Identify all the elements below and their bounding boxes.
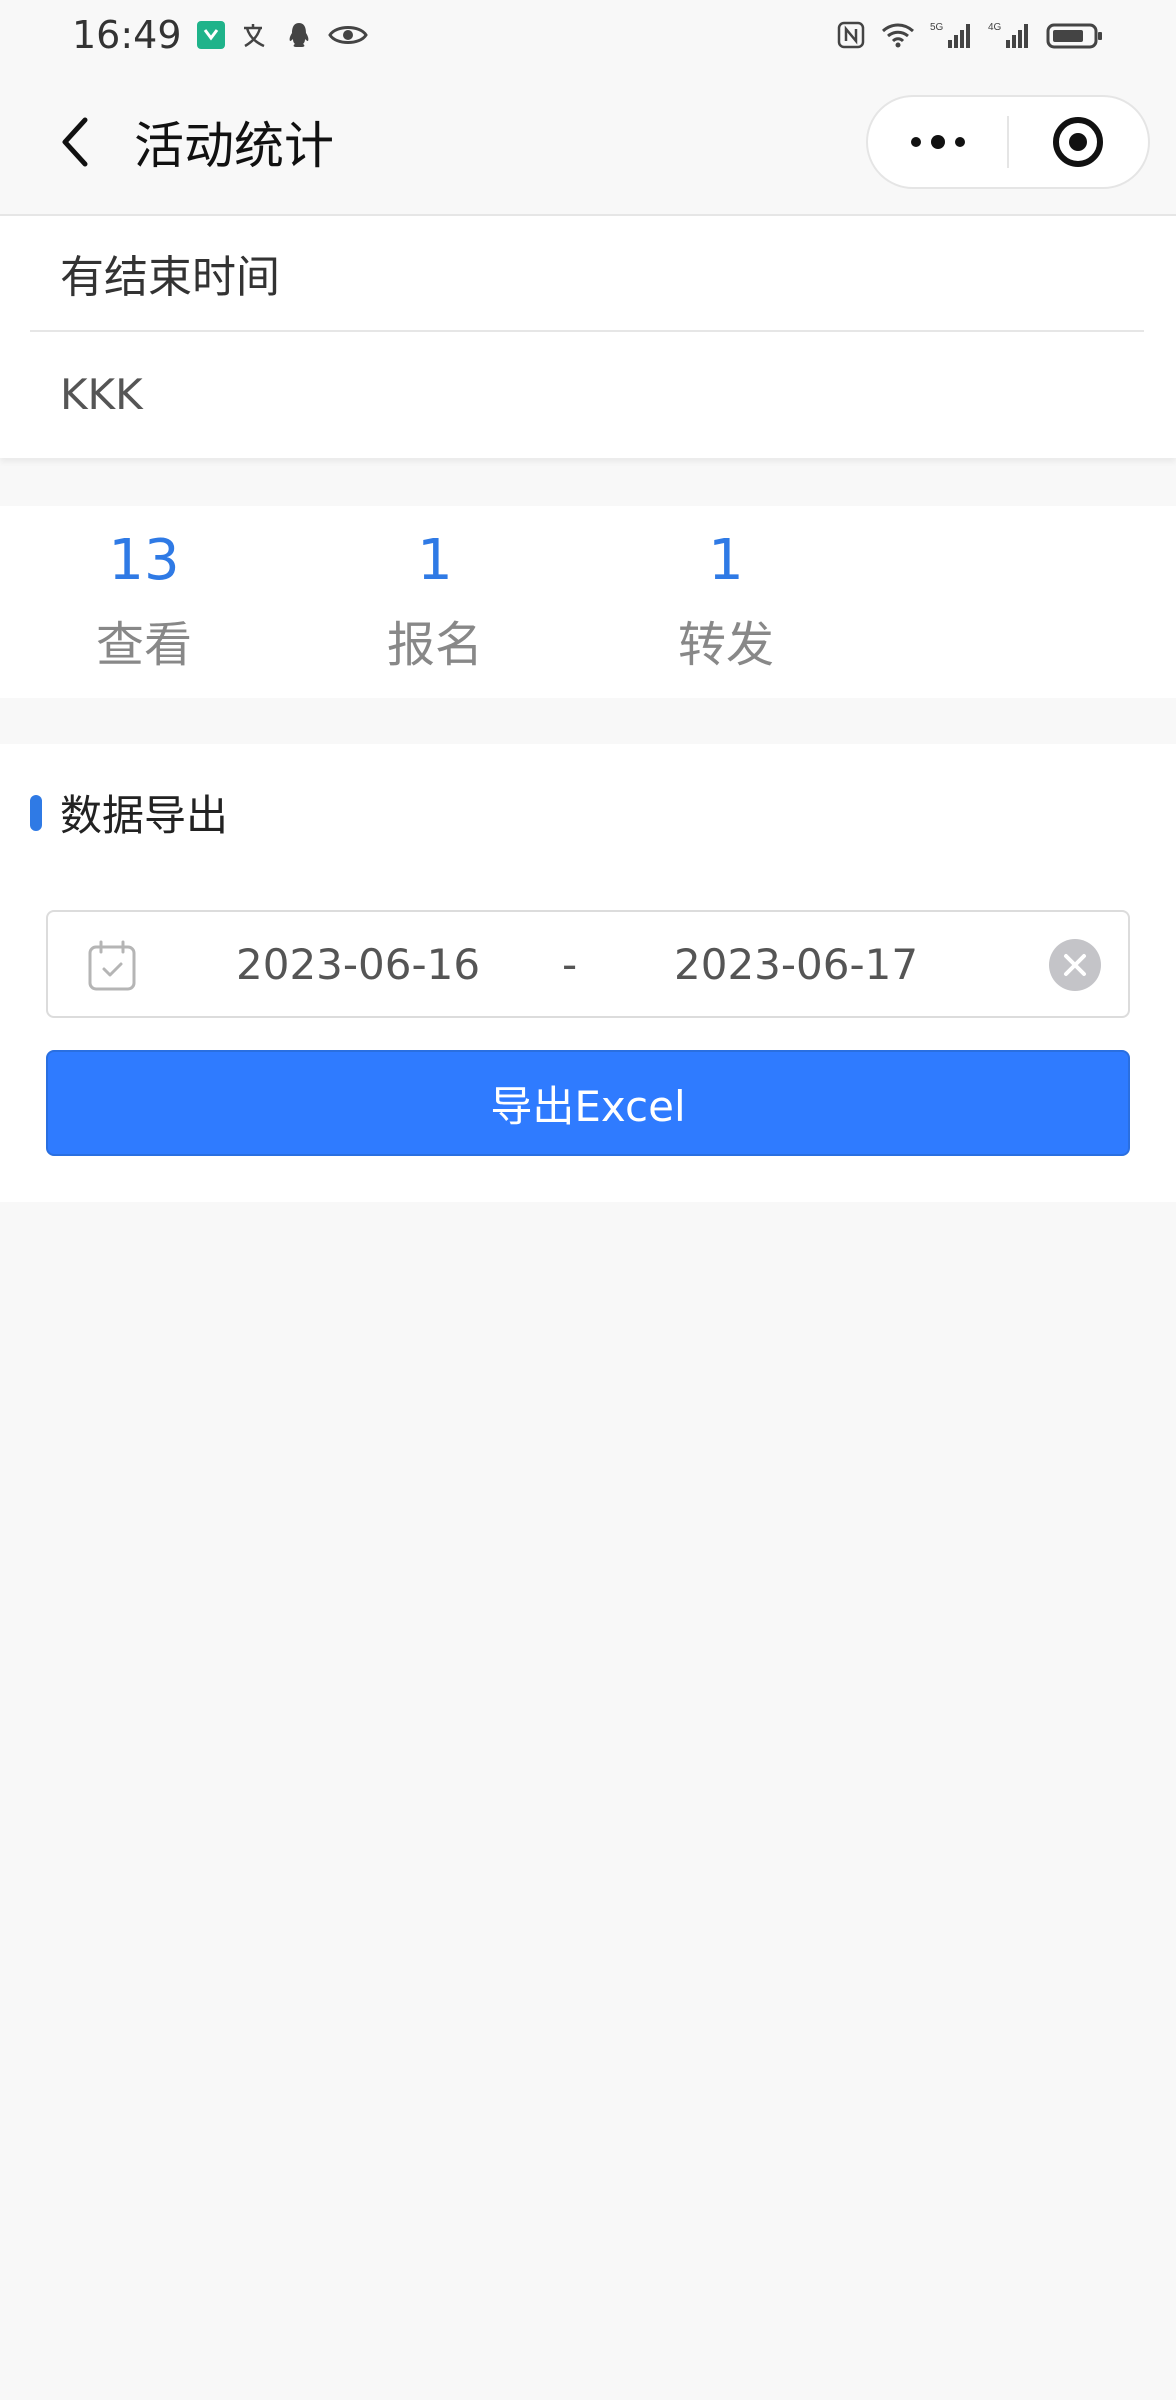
date-end-value[interactable]: 2023-06-17 (674, 912, 918, 1016)
status-time: 16:49 (72, 13, 182, 57)
export-excel-button[interactable]: 导出Excel (46, 1050, 1130, 1156)
more-button[interactable] (868, 97, 1007, 187)
page-title: 活动统计 (134, 117, 334, 175)
data-export-section: 数据导出 2023-06-16 - 2023-06-17 导出Excel (0, 744, 1176, 1202)
svg-text:5G: 5G (930, 22, 944, 33)
date-separator: - (562, 939, 578, 989)
calendar-icon (88, 940, 136, 991)
section-title-text: 数据导出 (60, 791, 229, 840)
app-badge-icon (196, 21, 225, 49)
eye-icon (327, 26, 368, 44)
stat-signups: 1 报名 (335, 506, 535, 698)
more-dots-icon (910, 135, 965, 149)
stats-panel: 13 查看 1 报名 1 转发 (0, 506, 1176, 698)
stat-views: 13 查看 (44, 506, 244, 698)
battery-icon (1046, 23, 1102, 49)
stat-views-value: 13 (108, 528, 180, 593)
date-start-value[interactable]: 2023-06-16 (236, 912, 480, 1016)
nfc-icon (837, 21, 865, 49)
activity-subtitle: KKK (60, 369, 143, 419)
mini-program-capsule (866, 95, 1150, 189)
translate-icon (243, 24, 265, 48)
section-accent-bar (30, 794, 42, 831)
section-title: 数据导出 (30, 782, 228, 843)
chevron-left-icon (62, 117, 88, 167)
back-button[interactable] (30, 97, 120, 187)
signal-4g-icon: 4G (988, 22, 1028, 48)
status-bar: 16:49 5G 4G (0, 0, 1176, 70)
clear-icon[interactable] (1048, 938, 1102, 992)
signal-5g-icon: 5G (930, 22, 970, 48)
status-bar-left: 16:49 (72, 13, 368, 57)
close-button[interactable] (1009, 97, 1148, 187)
stat-shares-value: 1 (708, 528, 744, 593)
activity-title: 有结束时间 (30, 216, 1144, 332)
target-close-icon (1053, 117, 1104, 167)
nav-bar: 活动统计 (0, 70, 1176, 214)
status-bar-right: 5G 4G (836, 20, 1104, 50)
stat-signups-value: 1 (417, 528, 453, 593)
svg-text:4G: 4G (988, 22, 1002, 33)
stat-shares-label: 转发 (677, 617, 774, 673)
stat-shares: 1 转发 (626, 506, 826, 698)
wifi-icon (882, 23, 914, 48)
stat-views-label: 查看 (95, 617, 192, 673)
stat-signups-label: 报名 (386, 617, 483, 673)
activity-info-card: 有结束时间 KKK (0, 214, 1176, 458)
qq-icon (289, 23, 308, 47)
date-range-picker[interactable]: 2023-06-16 - 2023-06-17 (46, 910, 1130, 1018)
